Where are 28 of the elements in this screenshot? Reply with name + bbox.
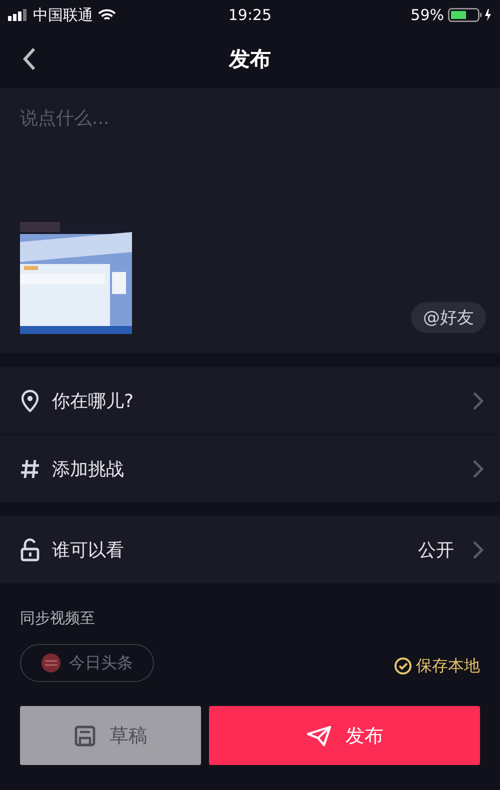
privacy-label: 谁可以看	[52, 538, 125, 562]
page-title: 发布	[229, 46, 271, 73]
hashtag-icon	[20, 458, 40, 480]
location-pin-icon	[20, 388, 40, 412]
chevron-icon	[472, 540, 484, 560]
chevron-icon	[472, 390, 484, 410]
option-row[interactable]: 添加挑战	[0, 434, 500, 502]
option-row[interactable]: 你在哪儿?	[0, 367, 500, 434]
mention-friends-button[interactable]: @好友	[411, 302, 486, 333]
publish-button[interactable]: 发布	[209, 706, 480, 765]
privacy-value: 公开	[418, 538, 454, 562]
save-local-checkbox[interactable]: 保存本地	[394, 656, 480, 676]
sync-label: 同步视频至	[20, 609, 96, 628]
wifi-icon	[98, 8, 116, 22]
option-label: 添加挑战	[52, 458, 125, 480]
check-circle-icon	[394, 657, 412, 675]
carrier-name: 中国联通	[33, 6, 93, 24]
chevron-icon	[472, 458, 484, 478]
clock-time: 19:25	[228, 6, 272, 24]
paper-plane-icon	[306, 724, 332, 746]
toutiao-sync-toggle[interactable]: 今日头条	[20, 644, 154, 682]
caption-field[interactable]: 说点什么...	[20, 108, 460, 129]
battery-charging-icon	[448, 8, 492, 22]
battery-percentage: 59%	[410, 6, 444, 24]
option-label: 你在哪儿?	[52, 390, 135, 412]
unlocked-padlock-icon	[20, 538, 40, 562]
signal-icon	[8, 9, 28, 21]
privacy-row[interactable]: 谁可以看 公开	[0, 516, 500, 583]
